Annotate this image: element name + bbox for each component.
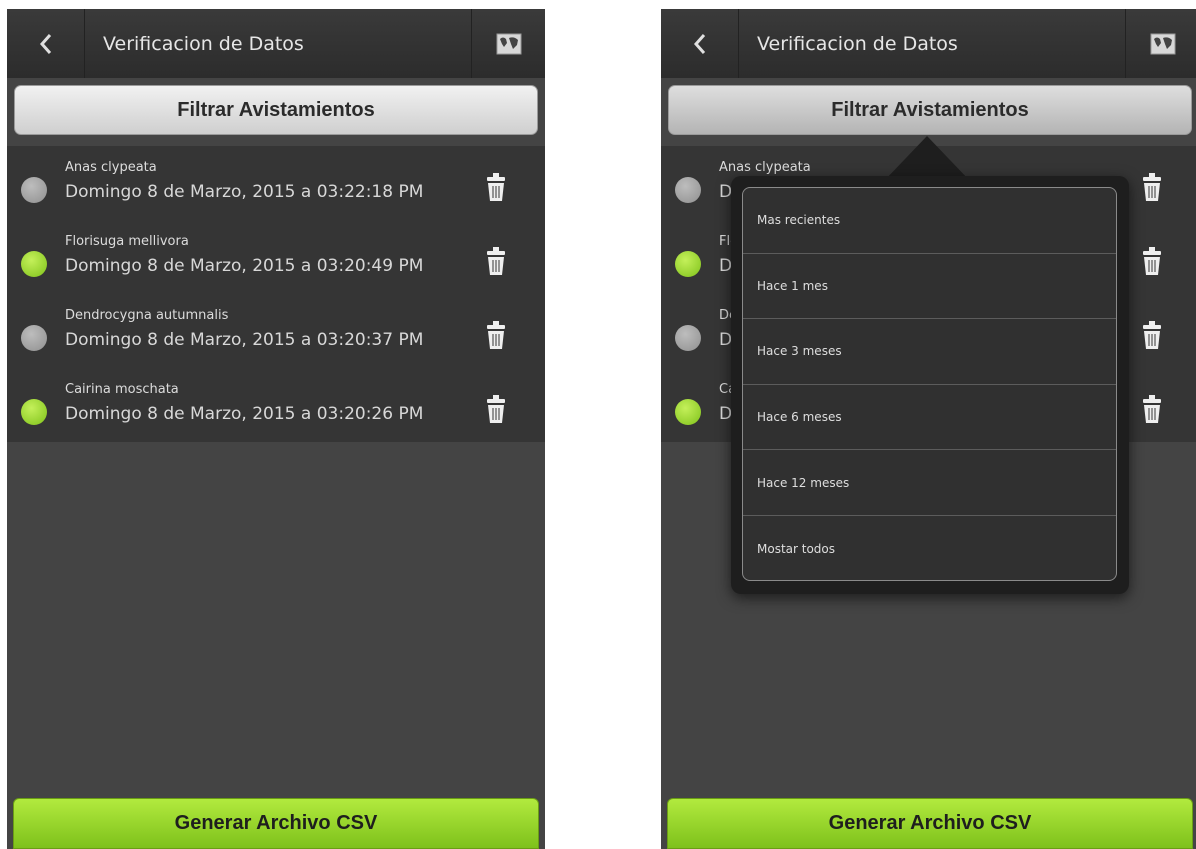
trash-icon[interactable]	[485, 394, 507, 424]
sighting-date: Domingo 8 de Marzo, 2015 a 03:20:26 PM	[65, 404, 424, 424]
filter-popup-menu: Mas recientes Hace 1 mes Hace 3 meses Ha…	[731, 176, 1129, 594]
trash-icon[interactable]	[485, 172, 507, 202]
status-indicator	[675, 251, 701, 277]
map-button[interactable]	[471, 9, 545, 78]
chevron-left-icon	[39, 33, 51, 54]
back-button[interactable]	[661, 9, 739, 78]
species-name: Anas clypeata	[719, 160, 811, 175]
species-name: Anas clypeata	[65, 160, 157, 175]
generate-csv-button[interactable]: Generar Archivo CSV	[667, 798, 1193, 849]
species-name: Dendrocygna autumnalis	[65, 308, 229, 323]
top-bar: Verificacion de Datos	[661, 9, 1196, 78]
trash-icon[interactable]	[1141, 320, 1163, 350]
page-title: Verificacion de Datos	[757, 33, 958, 55]
generate-csv-button[interactable]: Generar Archivo CSV	[13, 798, 539, 849]
sightings-list: Anas clypeata Domingo 8 de Marzo, 2015 a…	[7, 146, 545, 442]
filter-option-show-all[interactable]: Mostar todos	[743, 516, 1116, 580]
list-item[interactable]: Dendrocygna autumnalis Domingo 8 de Marz…	[7, 294, 545, 368]
map-button[interactable]	[1125, 9, 1196, 78]
top-bar: Verificacion de Datos	[7, 9, 545, 78]
sighting-date: Domingo 8 de Marzo, 2015 a 03:20:37 PM	[65, 330, 424, 350]
trash-icon[interactable]	[485, 246, 507, 276]
status-indicator	[21, 177, 47, 203]
sighting-date: Domingo 8 de Marzo, 2015 a 03:22:18 PM	[65, 182, 424, 202]
filter-sightings-button[interactable]: Filtrar Avistamientos	[14, 85, 538, 135]
filter-option-1-month[interactable]: Hace 1 mes	[743, 254, 1116, 320]
world-map-icon	[496, 33, 521, 54]
sighting-date: Domingo 8 de Marzo, 2015 a 03:20:49 PM	[65, 256, 424, 276]
filter-options-list: Mas recientes Hace 1 mes Hace 3 meses Ha…	[742, 187, 1117, 581]
species-name: Florisuga mellivora	[65, 234, 189, 249]
world-map-icon	[1150, 33, 1175, 54]
status-indicator	[21, 325, 47, 351]
trash-icon[interactable]	[1141, 246, 1163, 276]
filter-sightings-button[interactable]: Filtrar Avistamientos	[668, 85, 1192, 135]
trash-icon[interactable]	[1141, 394, 1163, 424]
status-indicator	[675, 325, 701, 351]
filter-option-12-months[interactable]: Hace 12 meses	[743, 450, 1116, 516]
screen-data-verification: Verificacion de Datos Filtrar Avistamien…	[7, 9, 545, 849]
list-item[interactable]: Florisuga mellivora Domingo 8 de Marzo, …	[7, 220, 545, 294]
trash-icon[interactable]	[1141, 172, 1163, 202]
list-item[interactable]: Anas clypeata Domingo 8 de Marzo, 2015 a…	[7, 146, 545, 220]
status-indicator	[675, 399, 701, 425]
status-indicator	[21, 399, 47, 425]
list-item[interactable]: Cairina moschata Domingo 8 de Marzo, 201…	[7, 368, 545, 442]
status-indicator	[21, 251, 47, 277]
page-title: Verificacion de Datos	[103, 33, 304, 55]
species-name: Cairina moschata	[65, 382, 179, 397]
trash-icon[interactable]	[485, 320, 507, 350]
chevron-left-icon	[693, 33, 705, 54]
screen-data-verification-filter-open: Verificacion de Datos Filtrar Avistamien…	[661, 9, 1196, 849]
back-button[interactable]	[7, 9, 85, 78]
filter-option-6-months[interactable]: Hace 6 meses	[743, 385, 1116, 451]
status-indicator	[675, 177, 701, 203]
filter-option-recent[interactable]: Mas recientes	[743, 188, 1116, 254]
filter-option-3-months[interactable]: Hace 3 meses	[743, 319, 1116, 385]
